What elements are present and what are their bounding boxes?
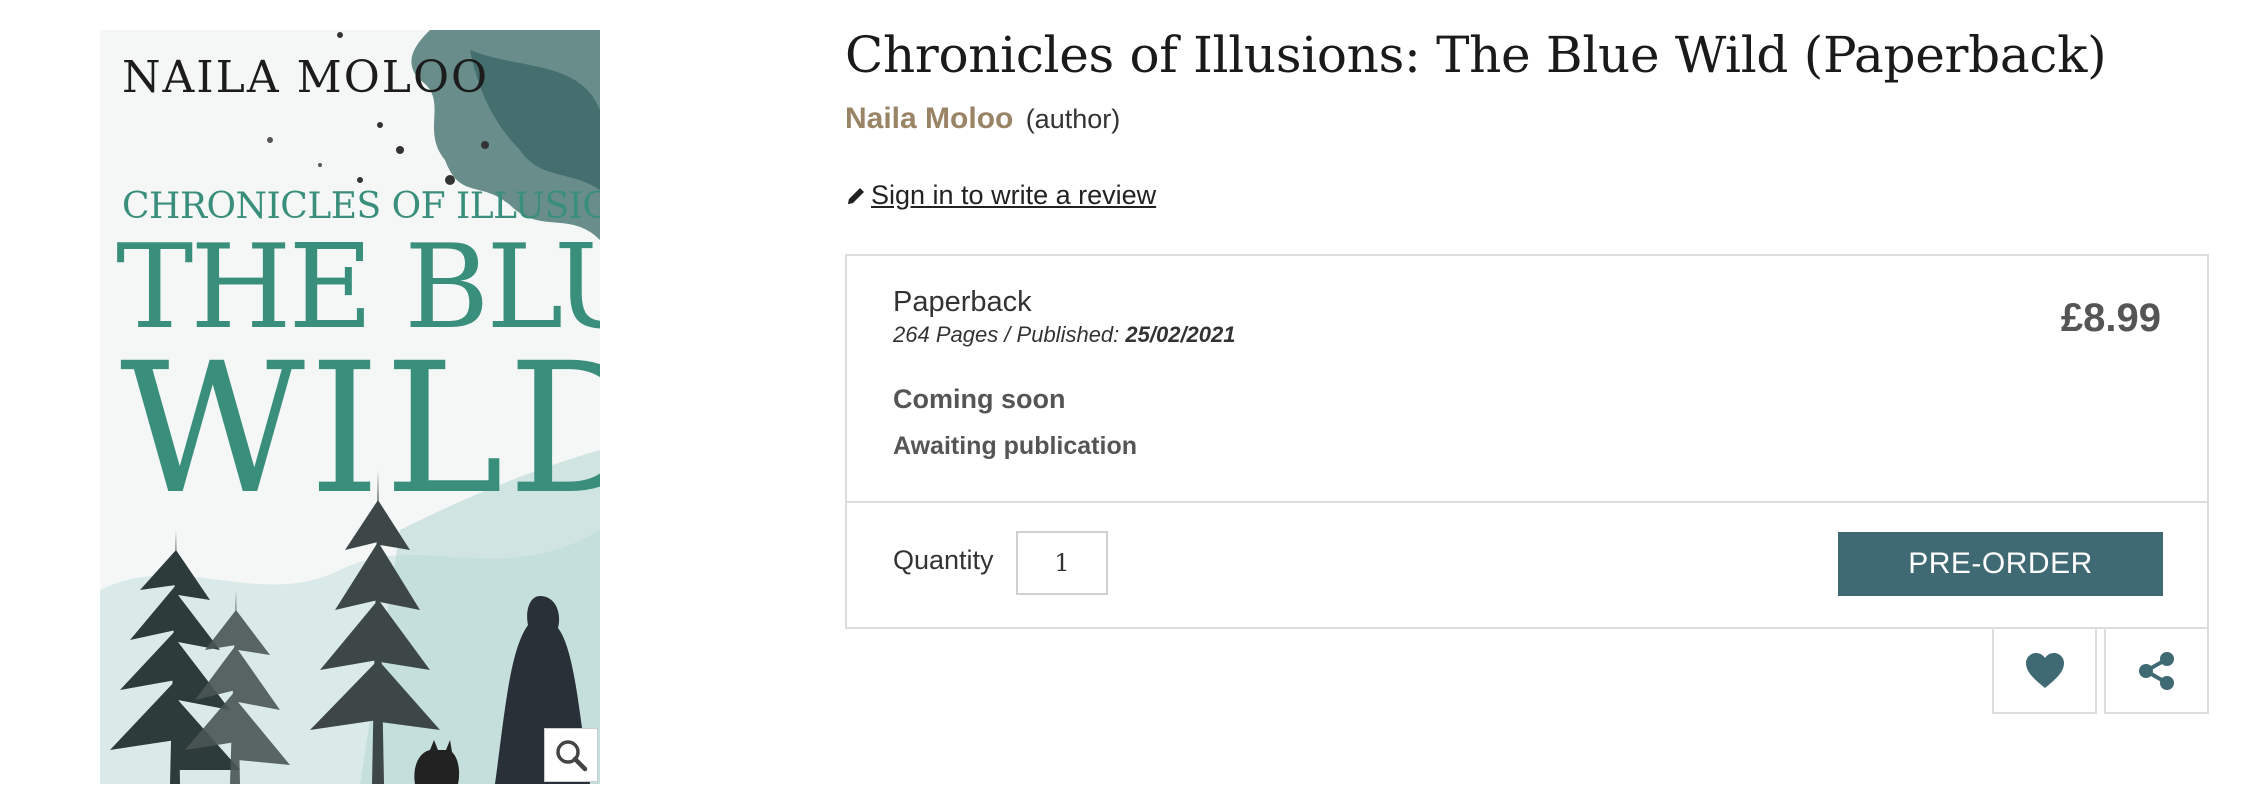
meta-pages-published: 264 Pages / Published: [893, 322, 1126, 347]
purchase-box: Paperback 264 Pages / Published: 25/02/2… [845, 254, 2209, 629]
status-text: Coming soon [893, 384, 1066, 414]
cover-author-text: NAILA MOLOO [122, 52, 490, 103]
pencil-icon [848, 187, 864, 204]
author-line: Naila Moloo (author) [845, 102, 1120, 136]
review-line: Sign in to write a review [845, 180, 1156, 211]
price: £8.99 [2060, 296, 2161, 340]
preorder-button[interactable]: PRE-ORDER [1838, 532, 2163, 596]
magnifier-icon [556, 740, 588, 772]
offer-details: Paperback 264 Pages / Published: 25/02/2… [847, 256, 2207, 503]
book-cover[interactable]: NAILA MOLOO CHRONICLES OF ILLUSIONS THE … [100, 30, 600, 784]
wishlist-button[interactable] [1992, 629, 2097, 714]
published-date: 25/02/2021 [1125, 322, 1236, 347]
quantity-label: Quantity [893, 545, 994, 575]
book-meta: 264 Pages / Published: 25/02/2021 [893, 322, 1236, 348]
author-link[interactable]: Naila Moloo [845, 102, 1013, 135]
share-button[interactable] [2104, 629, 2209, 714]
zoom-cover-button[interactable] [544, 728, 598, 782]
cover-title-line2: WILD [120, 325, 600, 534]
share-icon [2138, 651, 2174, 690]
product-title: Chronicles of Illusions: The Blue Wild (… [845, 26, 2107, 84]
format-label: Paperback [893, 286, 1032, 318]
write-review-link[interactable]: Sign in to write a review [871, 180, 1156, 211]
availability-text: Awaiting publication [893, 432, 1137, 460]
author-role: (author) [1025, 104, 1121, 134]
quantity-input[interactable] [1016, 531, 1108, 595]
heart-icon [2025, 652, 2064, 688]
